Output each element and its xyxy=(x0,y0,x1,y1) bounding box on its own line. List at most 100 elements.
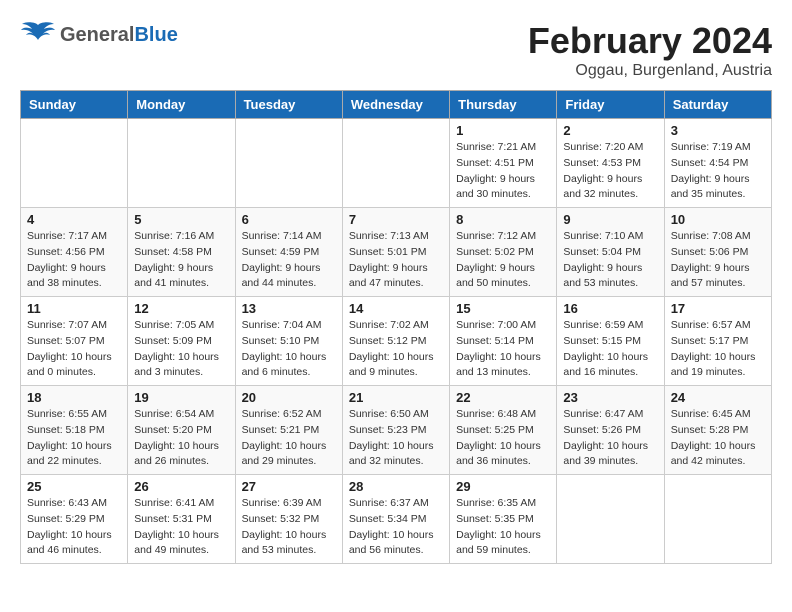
location-subtitle: Oggau, Burgenland, Austria xyxy=(528,62,772,80)
day-info: Sunrise: 7:10 AM Sunset: 5:04 PM Dayligh… xyxy=(563,229,657,292)
day-info: Sunrise: 7:07 AM Sunset: 5:07 PM Dayligh… xyxy=(27,318,121,381)
calendar-day-cell xyxy=(128,119,235,208)
day-info: Sunrise: 6:55 AM Sunset: 5:18 PM Dayligh… xyxy=(27,407,121,470)
calendar-day-cell: 11 Sunrise: 7:07 AM Sunset: 5:07 PM Dayli… xyxy=(21,297,128,386)
day-number: 28 xyxy=(349,479,443,494)
day-info: Sunrise: 6:54 AM Sunset: 5:20 PM Dayligh… xyxy=(134,407,228,470)
calendar-day-cell: 19Sunrise: 6:54 AM Sunset: 5:20 PM Dayli… xyxy=(128,386,235,475)
calendar-day-cell: 15Sunrise: 7:00 AM Sunset: 5:14 PM Dayli… xyxy=(450,297,557,386)
day-number: 11 xyxy=(27,301,121,316)
day-number: 6 xyxy=(242,212,336,227)
calendar-week-row: 1 Sunrise: 7:21 AM Sunset: 4:51 PM Daylig… xyxy=(21,119,772,208)
day-number: 10 xyxy=(671,212,765,227)
day-of-week-header: Wednesday xyxy=(342,91,449,119)
calendar-day-cell xyxy=(21,119,128,208)
day-info: Sunrise: 6:39 AM Sunset: 5:32 PM Dayligh… xyxy=(242,496,336,559)
day-info: Sunrise: 6:43 AM Sunset: 5:29 PM Dayligh… xyxy=(27,496,121,559)
calendar-week-row: 25Sunrise: 6:43 AM Sunset: 5:29 PM Dayli… xyxy=(21,475,772,564)
day-number: 16 xyxy=(563,301,657,316)
calendar-day-cell: 27Sunrise: 6:39 AM Sunset: 5:32 PM Dayli… xyxy=(235,475,342,564)
day-info: Sunrise: 6:35 AM Sunset: 5:35 PM Dayligh… xyxy=(456,496,550,559)
page-header: GeneralBlue February 2024 Oggau, Burgenl… xyxy=(20,20,772,80)
calendar-day-cell: 6 Sunrise: 7:14 AM Sunset: 4:59 PM Daylig… xyxy=(235,208,342,297)
calendar-day-cell xyxy=(664,475,771,564)
calendar-day-cell: 18 Sunrise: 6:55 AM Sunset: 5:18 PM Dayli… xyxy=(21,386,128,475)
day-info: Sunrise: 6:41 AM Sunset: 5:31 PM Dayligh… xyxy=(134,496,228,559)
day-number: 7 xyxy=(349,212,443,227)
day-number: 8 xyxy=(456,212,550,227)
day-of-week-header: Sunday xyxy=(21,91,128,119)
calendar-day-cell: 23 Sunrise: 6:47 AM Sunset: 5:26 PM Dayli… xyxy=(557,386,664,475)
calendar-day-cell: 26 Sunrise: 6:41 AM Sunset: 5:31 PM Dayli… xyxy=(128,475,235,564)
logo-general: General xyxy=(60,24,134,46)
calendar-day-cell: 7 Sunrise: 7:13 AM Sunset: 5:01 PM Daylig… xyxy=(342,208,449,297)
day-number: 4 xyxy=(27,212,121,227)
day-info: Sunrise: 7:19 AM Sunset: 4:54 PM Dayligh… xyxy=(671,140,765,203)
day-info: Sunrise: 6:47 AM Sunset: 5:26 PM Dayligh… xyxy=(563,407,657,470)
calendar-week-row: 18 Sunrise: 6:55 AM Sunset: 5:18 PM Dayli… xyxy=(21,386,772,475)
day-number: 22 xyxy=(456,390,550,405)
day-info: Sunrise: 7:05 AM Sunset: 5:09 PM Dayligh… xyxy=(134,318,228,381)
day-info: Sunrise: 6:57 AM Sunset: 5:17 PM Dayligh… xyxy=(671,318,765,381)
calendar-day-cell: 21 Sunrise: 6:50 AM Sunset: 5:23 PM Dayli… xyxy=(342,386,449,475)
calendar-day-cell: 25Sunrise: 6:43 AM Sunset: 5:29 PM Dayli… xyxy=(21,475,128,564)
day-number: 20 xyxy=(242,390,336,405)
day-number: 1 xyxy=(456,123,550,138)
calendar-day-cell xyxy=(235,119,342,208)
day-info: Sunrise: 7:08 AM Sunset: 5:06 PM Dayligh… xyxy=(671,229,765,292)
calendar-day-cell: 24Sunrise: 6:45 AM Sunset: 5:28 PM Dayli… xyxy=(664,386,771,475)
day-number: 9 xyxy=(563,212,657,227)
day-info: Sunrise: 7:14 AM Sunset: 4:59 PM Dayligh… xyxy=(242,229,336,292)
title-block: February 2024 Oggau, Burgenland, Austria xyxy=(528,20,772,80)
day-number: 15 xyxy=(456,301,550,316)
logo: GeneralBlue xyxy=(20,20,178,50)
day-info: Sunrise: 6:37 AM Sunset: 5:34 PM Dayligh… xyxy=(349,496,443,559)
day-info: Sunrise: 7:12 AM Sunset: 5:02 PM Dayligh… xyxy=(456,229,550,292)
calendar-day-cell: 8 Sunrise: 7:12 AM Sunset: 5:02 PM Daylig… xyxy=(450,208,557,297)
calendar-table: SundayMondayTuesdayWednesdayThursdayFrid… xyxy=(20,90,772,564)
day-info: Sunrise: 6:50 AM Sunset: 5:23 PM Dayligh… xyxy=(349,407,443,470)
day-number: 18 xyxy=(27,390,121,405)
day-info: Sunrise: 6:52 AM Sunset: 5:21 PM Dayligh… xyxy=(242,407,336,470)
day-of-week-header: Monday xyxy=(128,91,235,119)
calendar-day-cell: 22Sunrise: 6:48 AM Sunset: 5:25 PM Dayli… xyxy=(450,386,557,475)
calendar-day-cell xyxy=(557,475,664,564)
day-number: 24 xyxy=(671,390,765,405)
calendar-day-cell xyxy=(342,119,449,208)
calendar-day-cell: 2 Sunrise: 7:20 AM Sunset: 4:53 PM Daylig… xyxy=(557,119,664,208)
day-info: Sunrise: 7:21 AM Sunset: 4:51 PM Dayligh… xyxy=(456,140,550,203)
day-number: 23 xyxy=(563,390,657,405)
calendar-day-cell: 17 Sunrise: 6:57 AM Sunset: 5:17 PM Dayli… xyxy=(664,297,771,386)
day-number: 12 xyxy=(134,301,228,316)
calendar-day-cell: 14 Sunrise: 7:02 AM Sunset: 5:12 PM Dayli… xyxy=(342,297,449,386)
calendar-week-row: 4Sunrise: 7:17 AM Sunset: 4:56 PM Daylig… xyxy=(21,208,772,297)
day-number: 5 xyxy=(134,212,228,227)
day-number: 2 xyxy=(563,123,657,138)
day-number: 13 xyxy=(242,301,336,316)
day-info: Sunrise: 7:13 AM Sunset: 5:01 PM Dayligh… xyxy=(349,229,443,292)
calendar-day-cell: 12 Sunrise: 7:05 AM Sunset: 5:09 PM Dayli… xyxy=(128,297,235,386)
day-info: Sunrise: 7:16 AM Sunset: 4:58 PM Dayligh… xyxy=(134,229,228,292)
day-of-week-header: Friday xyxy=(557,91,664,119)
day-of-week-header: Thursday xyxy=(450,91,557,119)
day-number: 26 xyxy=(134,479,228,494)
day-info: Sunrise: 7:20 AM Sunset: 4:53 PM Dayligh… xyxy=(563,140,657,203)
day-number: 17 xyxy=(671,301,765,316)
calendar-day-cell: 1 Sunrise: 7:21 AM Sunset: 4:51 PM Daylig… xyxy=(450,119,557,208)
logo-blue: Blue xyxy=(134,24,177,46)
month-year-title: February 2024 xyxy=(528,20,772,62)
calendar-day-cell: 29Sunrise: 6:35 AM Sunset: 5:35 PM Dayli… xyxy=(450,475,557,564)
calendar-day-cell: 16Sunrise: 6:59 AM Sunset: 5:15 PM Dayli… xyxy=(557,297,664,386)
day-of-week-header: Saturday xyxy=(664,91,771,119)
day-number: 21 xyxy=(349,390,443,405)
calendar-day-cell: 5 Sunrise: 7:16 AM Sunset: 4:58 PM Daylig… xyxy=(128,208,235,297)
calendar-day-cell: 3Sunrise: 7:19 AM Sunset: 4:54 PM Daylig… xyxy=(664,119,771,208)
day-info: Sunrise: 7:04 AM Sunset: 5:10 PM Dayligh… xyxy=(242,318,336,381)
day-number: 14 xyxy=(349,301,443,316)
day-of-week-header: Tuesday xyxy=(235,91,342,119)
logo-bird-icon xyxy=(20,20,56,50)
calendar-week-row: 11 Sunrise: 7:07 AM Sunset: 5:07 PM Dayli… xyxy=(21,297,772,386)
calendar-day-cell: 28 Sunrise: 6:37 AM Sunset: 5:34 PM Dayli… xyxy=(342,475,449,564)
calendar-day-cell: 10 Sunrise: 7:08 AM Sunset: 5:06 PM Dayli… xyxy=(664,208,771,297)
day-info: Sunrise: 7:02 AM Sunset: 5:12 PM Dayligh… xyxy=(349,318,443,381)
